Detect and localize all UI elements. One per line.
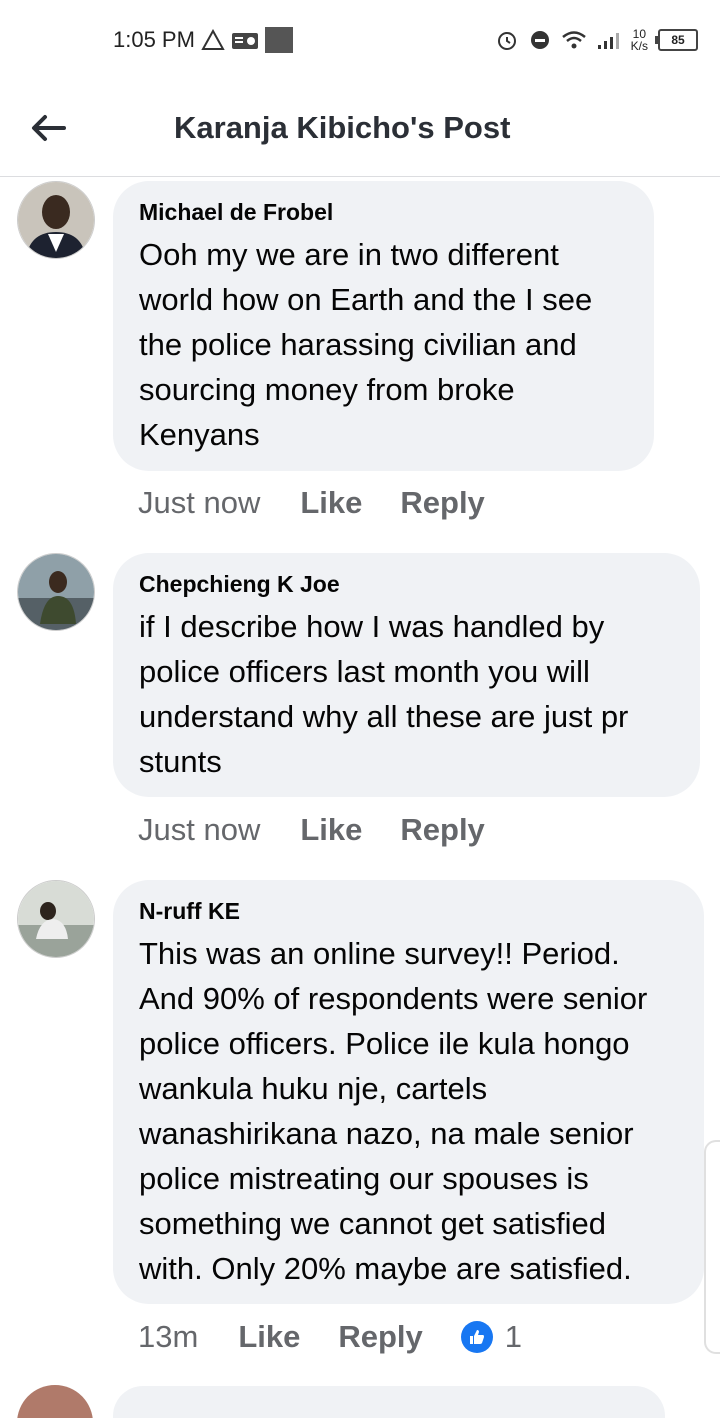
post-header: Karanja Kibicho's Post [0, 80, 720, 177]
network-speed: 10 K/s [630, 27, 648, 53]
comment-bubble: N-ruff KE This was an online survey!! Pe… [113, 880, 704, 1304]
alarm-icon [495, 28, 519, 52]
comment-actions: 13m Like Reply 1 [138, 1319, 522, 1355]
status-time: 1:05 PM [113, 27, 195, 52]
reaction-summary[interactable]: 1 [460, 1319, 523, 1355]
side-edge-handle[interactable] [704, 1140, 720, 1354]
wifi-icon [561, 29, 587, 51]
avatar[interactable] [17, 181, 95, 259]
page-title: Karanja Kibicho's Post [174, 110, 511, 145]
comment-author[interactable]: Chepchieng K Joe [139, 571, 674, 598]
reply-button[interactable]: Reply [400, 485, 484, 521]
comment-timestamp: Just now [138, 485, 261, 520]
comment-timestamp: Just now [138, 812, 261, 847]
comment-text: if I describe how I was handled by polic… [139, 609, 629, 779]
warning-icon [201, 29, 225, 51]
signal-icon [597, 29, 621, 51]
avatar[interactable] [17, 553, 95, 631]
comment-actions: Just now Like Reply [138, 812, 523, 848]
comment-bubble: Chepchieng K Joe if I describe how I was… [113, 553, 700, 797]
like-button[interactable]: Like [238, 1319, 300, 1355]
comment-bubble: Michael de Frobel Ooh my we are in two d… [113, 181, 654, 471]
arrow-left-icon [32, 115, 66, 141]
back-button[interactable] [26, 106, 70, 150]
reply-button[interactable]: Reply [400, 812, 484, 848]
status-bar: 1:05 PM 10 K/s 85 [0, 0, 720, 80]
comment-actions: Just now Like Reply [138, 485, 523, 521]
reaction-count: 1 [504, 1319, 523, 1354]
comment-bubble [113, 1386, 665, 1418]
battery-icon: 85 [655, 29, 698, 51]
radio-icon [231, 29, 259, 51]
comment-text: This was an online survey!! Period. And … [139, 936, 648, 1286]
avatar[interactable] [17, 880, 95, 958]
like-button[interactable]: Like [300, 485, 362, 521]
reply-button[interactable]: Reply [338, 1319, 422, 1355]
thumbs-up-icon [460, 1321, 493, 1353]
comment-timestamp: 13m [138, 1319, 199, 1354]
do-not-disturb-icon [529, 29, 551, 51]
notification-square-icon [264, 27, 293, 53]
like-button[interactable]: Like [300, 812, 362, 848]
avatar[interactable] [17, 1385, 93, 1418]
next-comment-peek [0, 1385, 720, 1418]
comment-text: Ooh my we are in two different world how… [139, 237, 593, 452]
comment-author[interactable]: N-ruff KE [139, 898, 678, 925]
comment-author[interactable]: Michael de Frobel [139, 199, 628, 226]
